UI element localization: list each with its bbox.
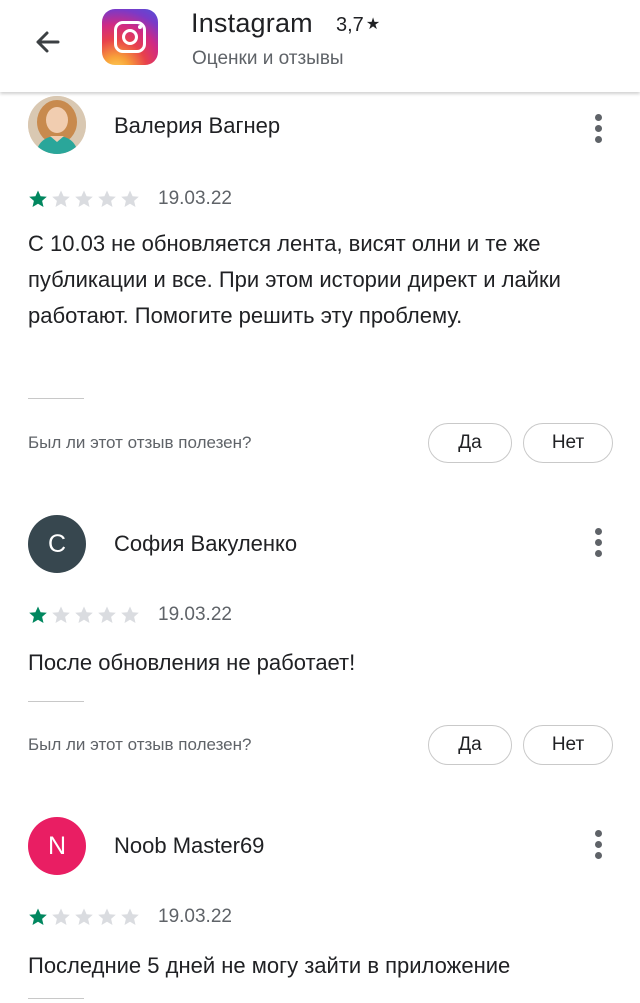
star-empty-icon — [121, 190, 139, 207]
more-options-button[interactable] — [584, 112, 612, 148]
star-empty-icon — [121, 606, 139, 623]
star-empty-icon — [98, 606, 116, 623]
review-date: 19.03.22 — [158, 906, 232, 927]
star-icon: ★ — [365, 16, 381, 33]
star-empty-icon — [75, 190, 93, 207]
review-author: Noob Master69 — [114, 833, 265, 858]
more-options-button[interactable] — [584, 828, 612, 864]
star-empty-icon — [75, 908, 93, 925]
review-text: После обновления не работает! — [28, 650, 356, 675]
review-author: Валерия Вагнер — [114, 113, 281, 138]
review-date: 19.03.22 — [158, 604, 232, 625]
avatar: N — [28, 817, 86, 875]
star-rating — [28, 907, 143, 927]
avatar: С — [28, 515, 86, 573]
star-empty-icon — [98, 190, 116, 207]
helpful-yes-button[interactable]: Да — [428, 423, 512, 463]
star-empty-icon — [121, 908, 139, 925]
app-rating-value: 3,7 — [336, 14, 364, 36]
app-title: Instagram — [191, 8, 313, 38]
helpful-no-button[interactable]: Нет — [523, 725, 613, 765]
star-filled-icon — [29, 908, 47, 925]
star-filled-icon — [29, 190, 47, 207]
divider — [28, 398, 84, 399]
star-empty-icon — [52, 908, 70, 925]
helpful-question: Был ли этот отзыв полезен? — [28, 433, 252, 452]
star-empty-icon — [75, 606, 93, 623]
more-options-button[interactable] — [584, 526, 612, 562]
star-empty-icon — [52, 190, 70, 207]
app-bar: Instagram 3,7 ★ Оценки и отзывы — [0, 0, 640, 92]
back-button[interactable] — [28, 22, 68, 62]
instagram-logo-icon — [102, 9, 158, 65]
back-arrow-icon — [36, 31, 60, 53]
page-subtitle: Оценки и отзывы — [192, 48, 344, 69]
helpful-question: Был ли этот отзыв полезен? — [28, 735, 252, 754]
divider — [28, 998, 84, 999]
review-date: 19.03.22 — [158, 188, 232, 209]
star-filled-icon — [29, 606, 47, 623]
avatar — [28, 96, 86, 154]
review-text: С 10.03 не обновляется лента, висят олни… — [28, 231, 561, 328]
star-empty-icon — [52, 606, 70, 623]
helpful-no-button[interactable]: Нет — [523, 423, 613, 463]
divider — [28, 701, 84, 702]
review-author: София Вакуленко — [114, 531, 298, 556]
star-rating — [28, 189, 143, 209]
review-text: Последние 5 дней не могу зайти в приложе… — [28, 953, 511, 978]
star-empty-icon — [98, 908, 116, 925]
star-rating — [28, 605, 143, 625]
helpful-yes-button[interactable]: Да — [428, 725, 512, 765]
app-rating: 3,7 ★ — [336, 14, 380, 37]
